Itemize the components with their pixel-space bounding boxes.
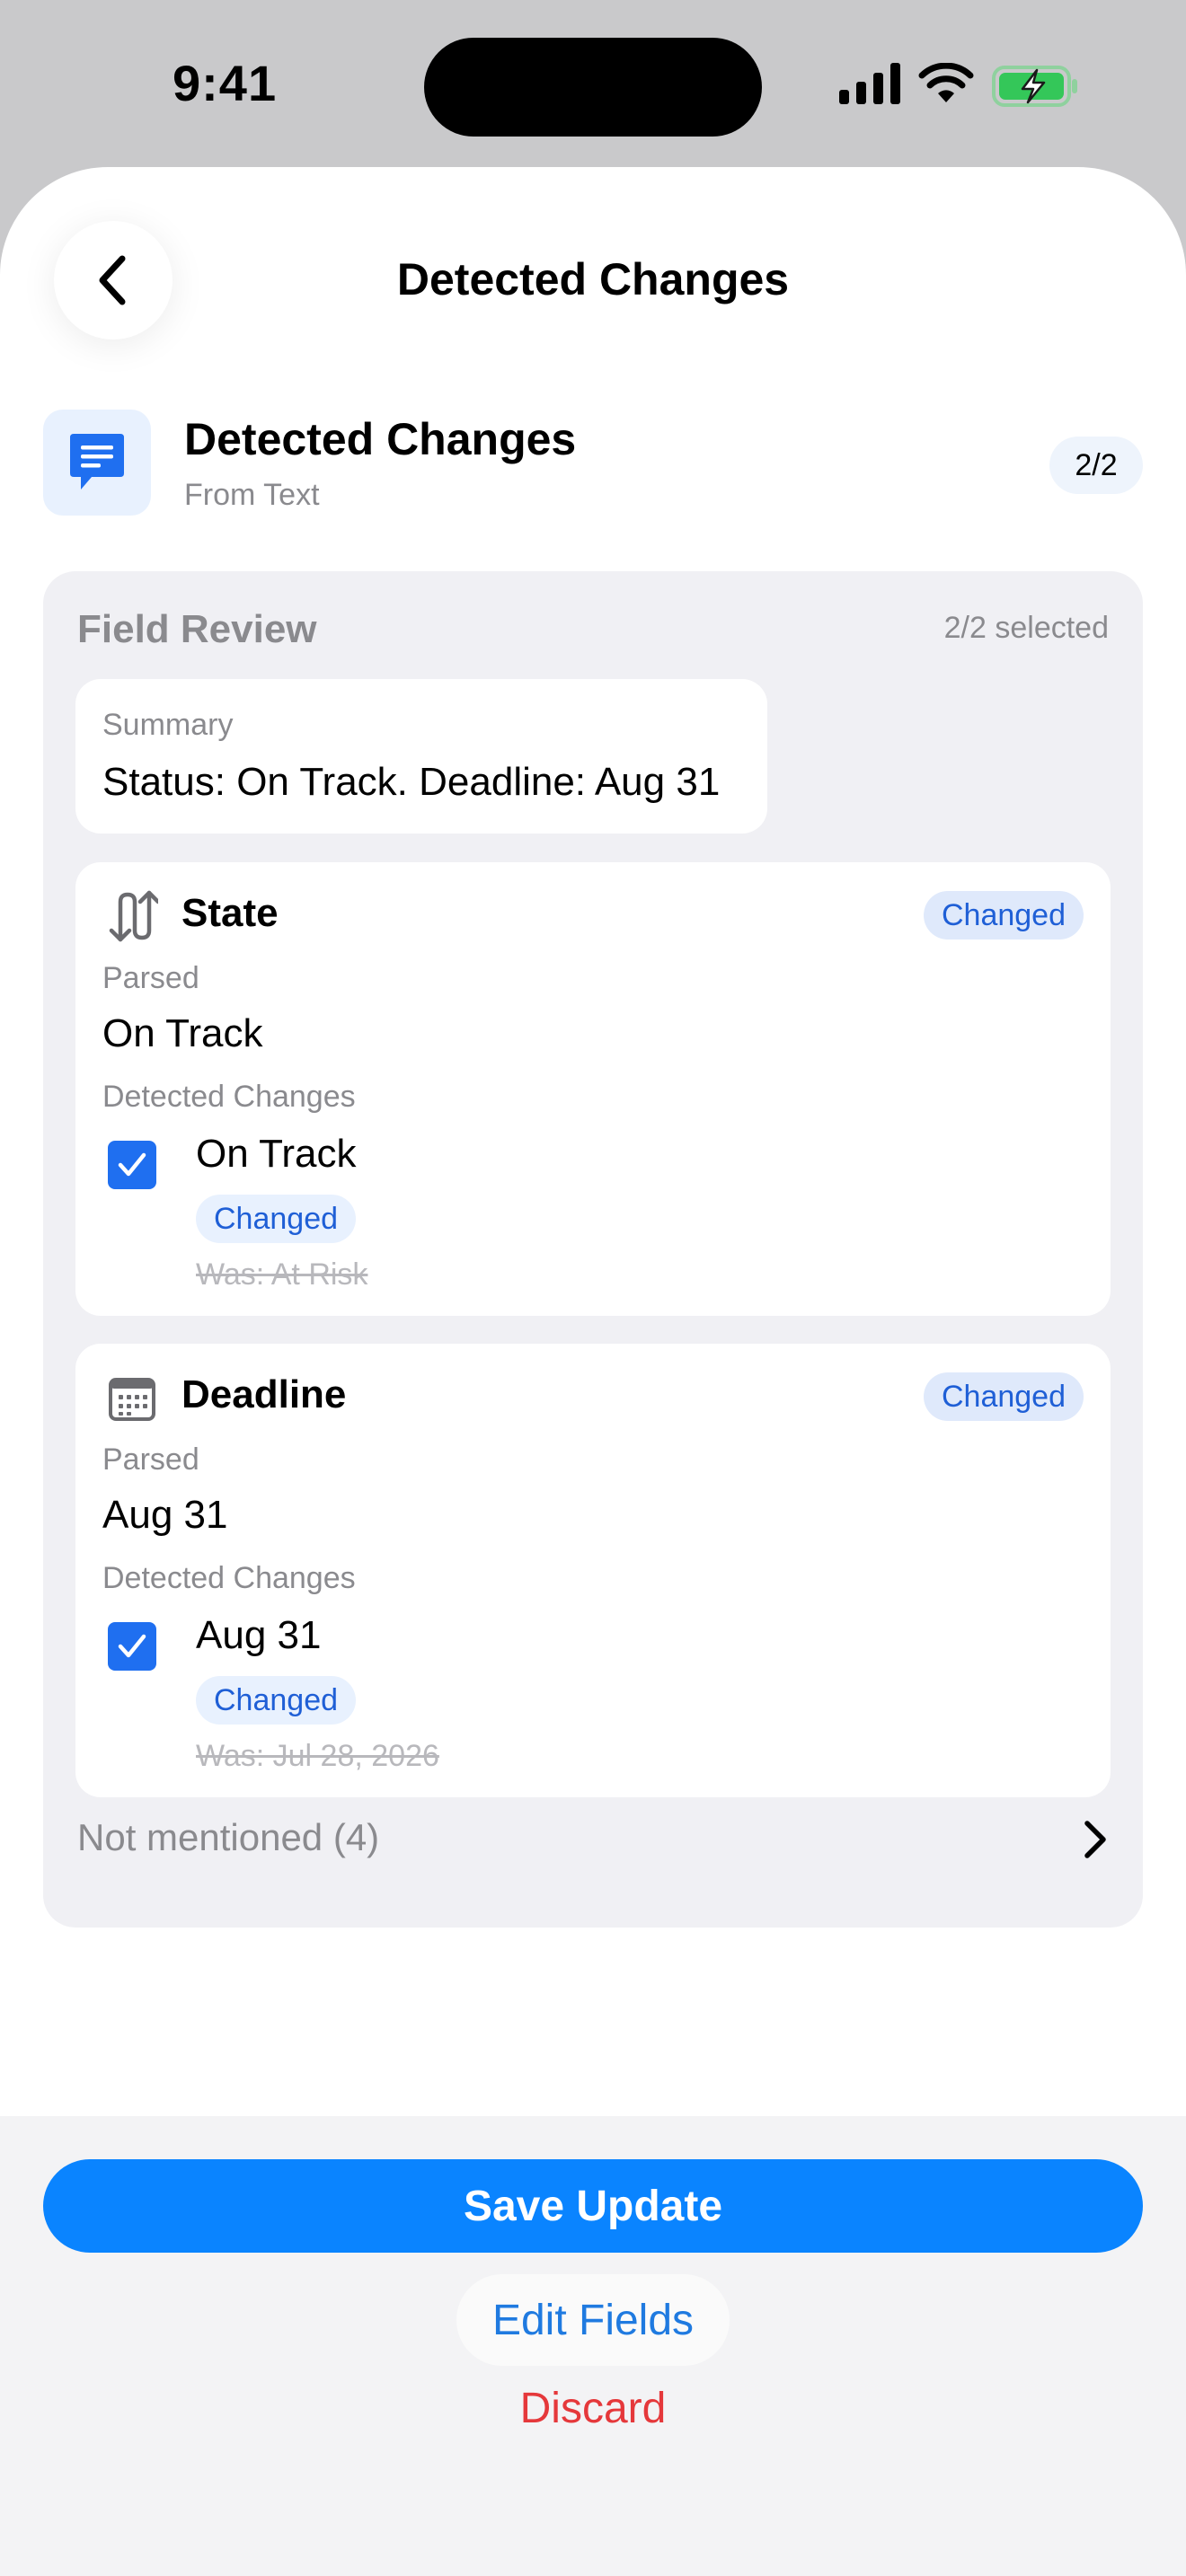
summary-label: Summary — [102, 708, 234, 742]
swap-arrows-icon — [109, 890, 158, 942]
source-subtitle: From Text — [184, 478, 320, 512]
battery-charging-icon — [992, 66, 1077, 107]
wifi-icon — [918, 63, 974, 102]
parsed-label: Parsed — [102, 961, 199, 995]
summary-text: Status: On Track. Deadline: Aug 31 — [102, 760, 721, 804]
changed-badge: Changed — [923, 1372, 1084, 1421]
field-name: State — [181, 891, 279, 935]
edit-fields-button[interactable]: Edit Fields — [456, 2274, 730, 2366]
cellular-signal-icon — [839, 63, 900, 104]
previous-value: Was: At Risk — [196, 1257, 368, 1292]
parsed-value: Aug 31 — [102, 1493, 228, 1537]
parsed-label: Parsed — [102, 1442, 199, 1477]
chevron-right-icon[interactable] — [1076, 1818, 1112, 1861]
change-value: On Track — [196, 1132, 357, 1176]
field-name: Deadline — [181, 1372, 347, 1416]
source-badge — [43, 410, 151, 516]
field-card-state: State Changed Parsed On Track Detected C… — [75, 862, 1111, 1316]
field-review-panel: Field Review 2/2 selected Summary Status… — [43, 571, 1143, 1928]
change-badge: Changed — [196, 1676, 357, 1725]
detected-changes-label: Detected Changes — [102, 1561, 356, 1595]
source-title: Detected Changes — [184, 414, 577, 464]
checkmark-icon — [118, 1152, 146, 1177]
status-bar: 9:41 — [0, 0, 1186, 171]
selected-count: 2/2 selected — [943, 611, 1109, 645]
discard-button[interactable]: Discard — [0, 2384, 1186, 2433]
previous-value: Was: Jul 28, 2026 — [196, 1739, 439, 1773]
save-update-button[interactable]: Save Update — [43, 2159, 1143, 2253]
parsed-value: On Track — [102, 1011, 263, 1055]
changed-badge: Changed — [923, 891, 1084, 940]
detected-changes-label: Detected Changes — [102, 1080, 356, 1114]
dynamic-island — [424, 38, 762, 137]
action-footer: Save Update Edit Fields Discard — [0, 2116, 1186, 2576]
status-time: 9:41 — [173, 55, 278, 111]
not-mentioned-row[interactable]: Not mentioned (4) — [77, 1816, 379, 1859]
field-card-deadline: Deadline Changed Parsed Aug 31 Detected … — [75, 1344, 1111, 1797]
calendar-icon — [109, 1378, 155, 1421]
checkmark-icon — [118, 1634, 146, 1658]
page-title: Detected Changes — [396, 254, 790, 304]
field-review-title: Field Review — [77, 607, 317, 651]
change-value: Aug 31 — [196, 1613, 322, 1657]
change-count-badge: 2/2 — [1049, 437, 1143, 494]
change-checkbox[interactable] — [108, 1141, 156, 1189]
change-badge: Changed — [196, 1195, 357, 1243]
summary-card: Summary Status: On Track. Deadline: Aug … — [75, 679, 767, 834]
change-checkbox[interactable] — [108, 1622, 156, 1671]
message-icon — [70, 434, 124, 490]
